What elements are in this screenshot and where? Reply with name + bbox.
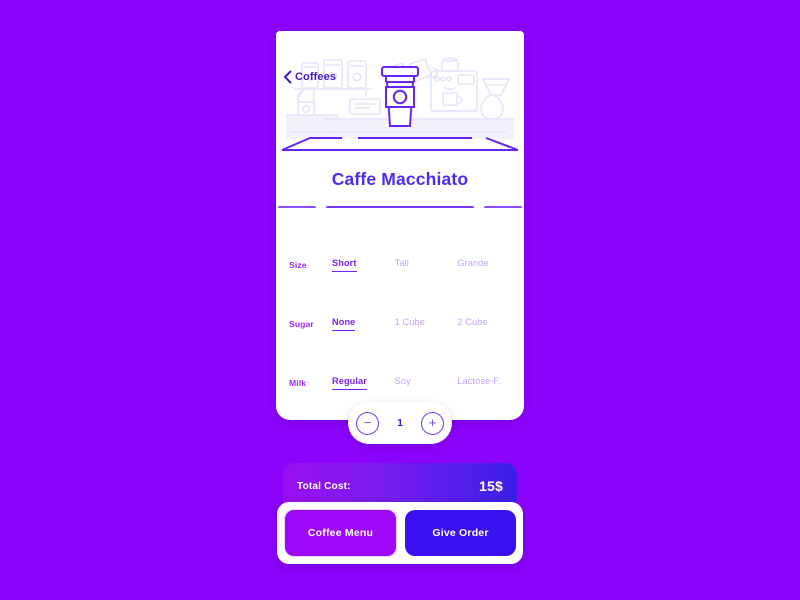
pager-dash-1[interactable]: [278, 206, 316, 208]
option-choices-size: Short Tall Grande: [332, 258, 520, 272]
purchase-panel: Total Cost: 15$ Coffee Menu Give Order: [277, 463, 523, 569]
action-buttons: Coffee Menu Give Order: [277, 502, 523, 564]
plus-circle-icon[interactable]: +: [421, 411, 444, 435]
back-label: Coffees: [295, 70, 337, 83]
hero-illustration: [276, 31, 524, 158]
option-label-sugar: Sugar: [289, 318, 314, 329]
screen: Coffees Caffe Macchiato Size Short Tall …: [0, 0, 800, 600]
back-button[interactable]: Coffees: [283, 70, 336, 84]
option-row-size: Size Short Tall Grande: [276, 235, 524, 294]
options-list: Size Short Tall Grande Sugar None 1 Cube…: [276, 235, 524, 412]
option-choices-sugar: None 1 Cube 2 Cube: [332, 317, 520, 331]
pager-dash-2-active[interactable]: [326, 206, 474, 208]
page-title: Caffe Macchiato: [331, 169, 469, 189]
option-size-tall[interactable]: Tall: [395, 258, 458, 271]
option-sugar-1-cube[interactable]: 1 Cube: [395, 317, 458, 330]
option-milk-lactose-free[interactable]: Lactose-F.: [457, 376, 520, 389]
minus-circle-icon[interactable]: −: [356, 411, 379, 435]
total-cost-value: 15$: [479, 478, 503, 494]
option-size-short[interactable]: Short: [332, 258, 395, 272]
pager-indicator: [276, 206, 524, 208]
option-sugar-none[interactable]: None: [332, 317, 395, 331]
phone-screen: Coffees Caffe Macchiato Size Short Tall …: [276, 31, 524, 569]
plus-glyph: +: [428, 415, 437, 430]
option-label-milk: Milk: [289, 377, 307, 388]
option-sugar-2-cube[interactable]: 2 Cube: [457, 317, 520, 330]
pager-dash-3[interactable]: [484, 206, 522, 208]
coffee-menu-button[interactable]: Coffee Menu: [284, 509, 397, 557]
option-choices-milk: Regular Soy Lactose-F.: [332, 376, 520, 390]
total-cost-label: Total Cost:: [297, 480, 351, 492]
quantity-stepper: − 1 +: [348, 402, 452, 444]
product-card: Coffees Caffe Macchiato Size Short Tall …: [276, 31, 524, 420]
quantity-value: 1: [397, 417, 403, 429]
minus-glyph: −: [363, 415, 372, 430]
option-label-size: Size: [289, 259, 307, 270]
give-order-button[interactable]: Give Order: [405, 510, 516, 556]
option-milk-soy[interactable]: Soy: [395, 376, 458, 389]
coffee-shop-illustration: [281, 57, 519, 151]
option-row-sugar: Sugar None 1 Cube 2 Cube: [276, 294, 524, 353]
coffee-cup-icon: [381, 66, 419, 127]
option-milk-regular[interactable]: Regular: [332, 376, 395, 390]
chevron-left-icon: [284, 70, 292, 84]
option-size-grande[interactable]: Grande: [457, 258, 520, 271]
